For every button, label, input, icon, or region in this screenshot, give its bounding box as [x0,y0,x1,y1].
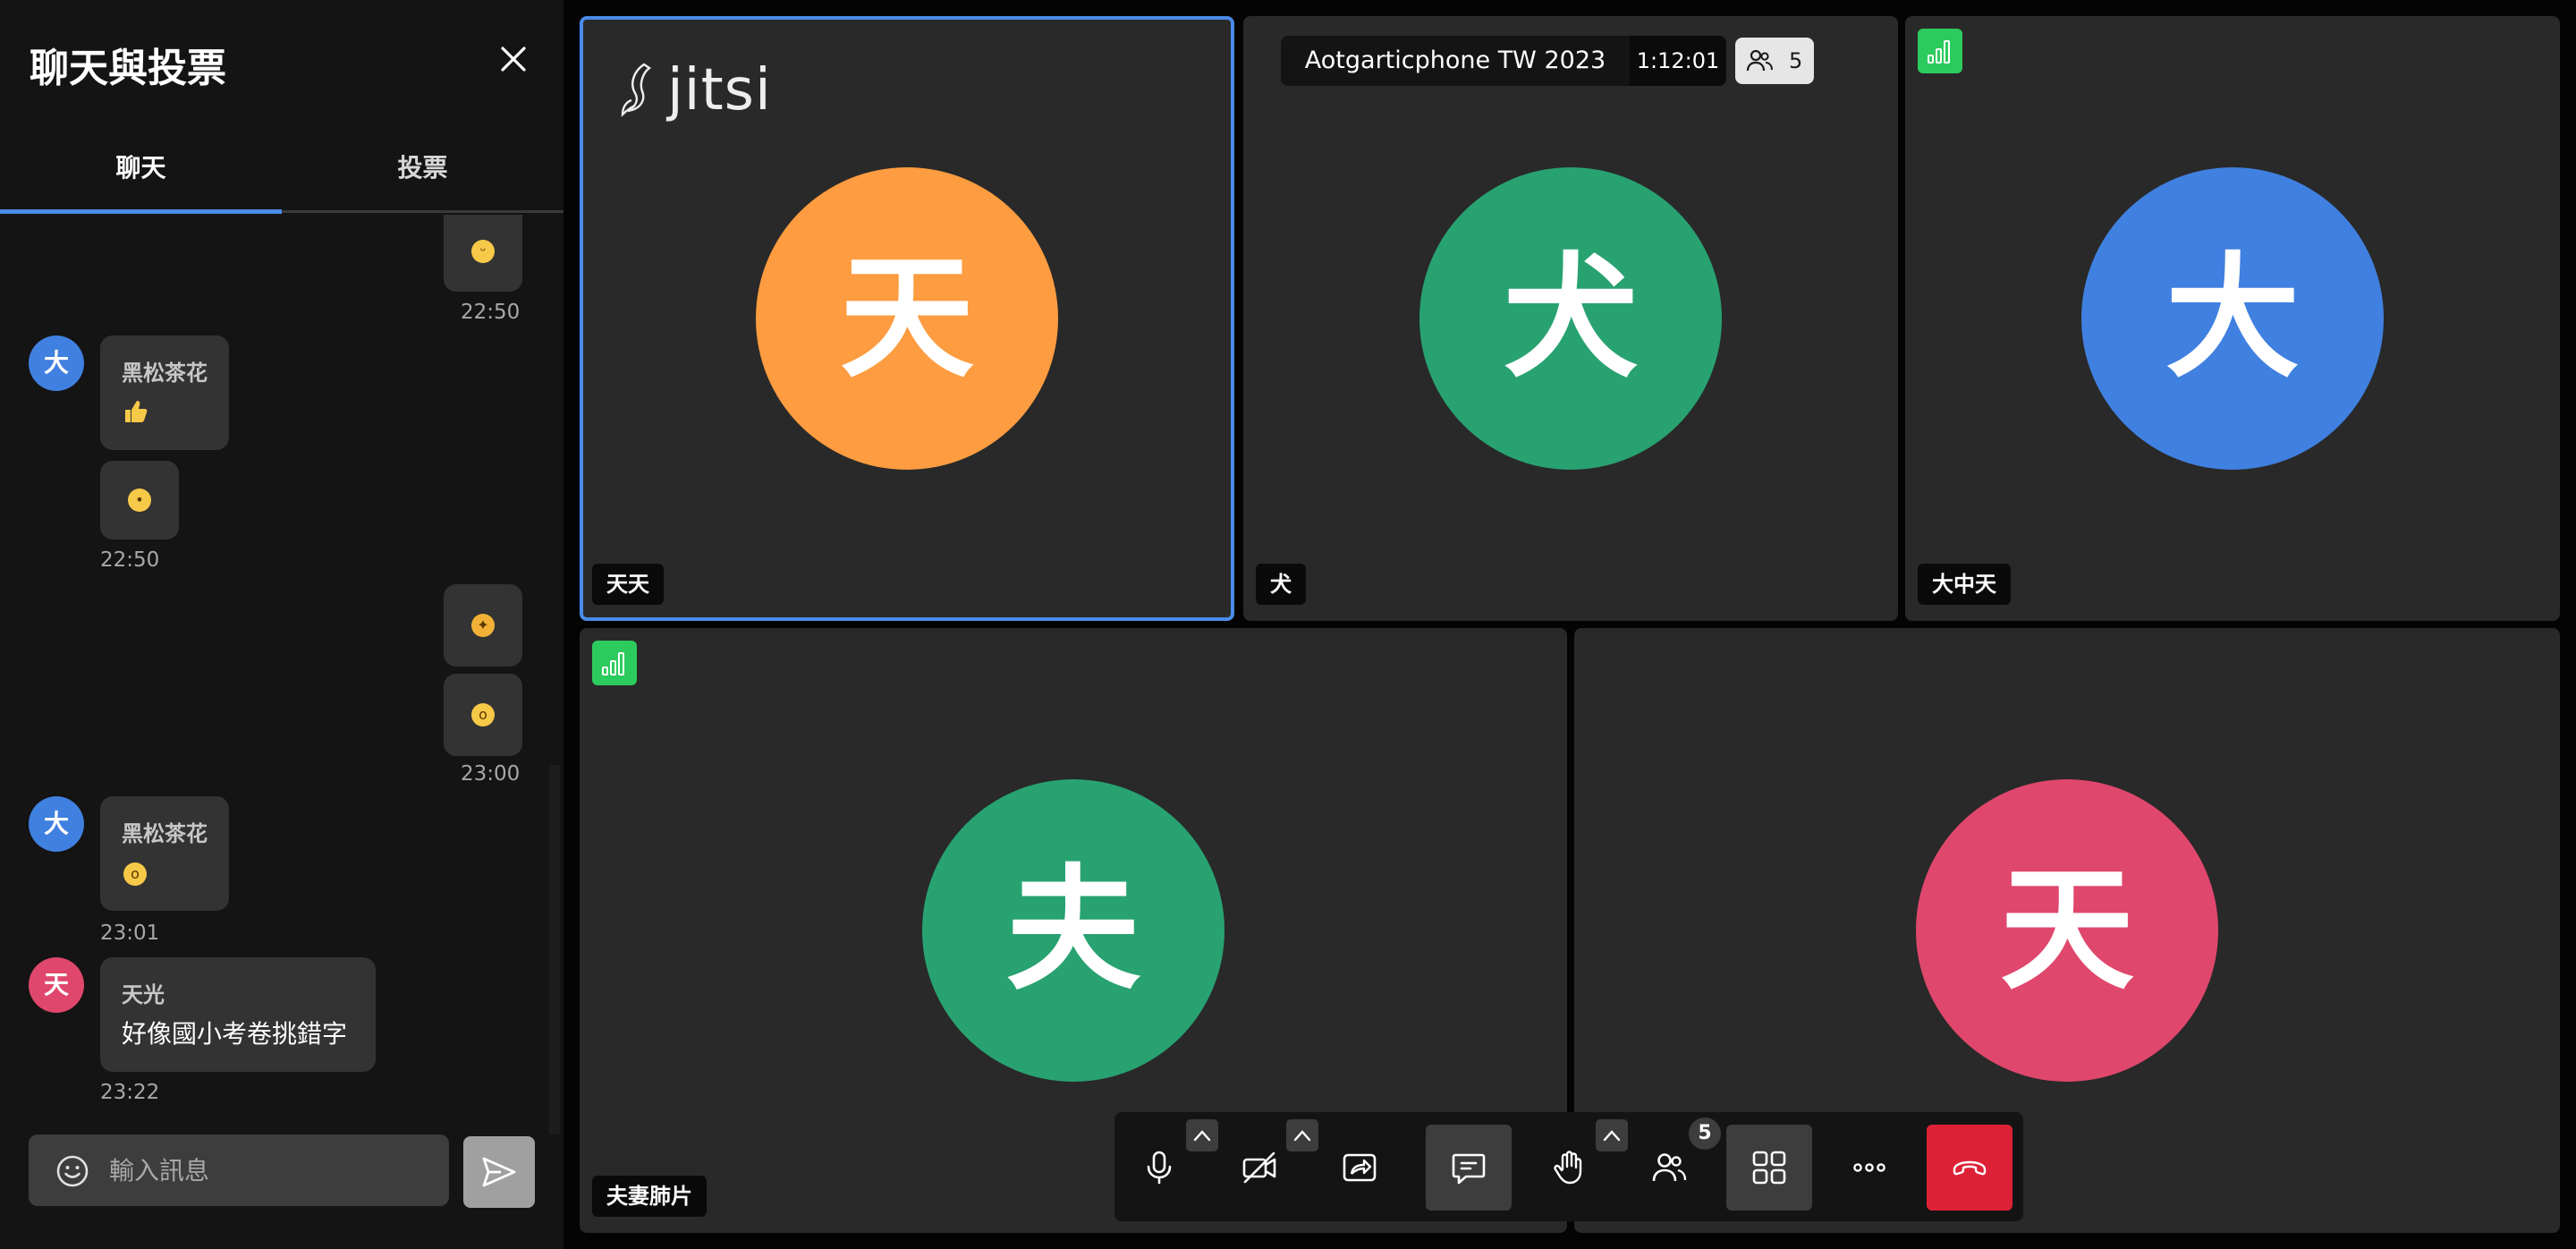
tile-view-button[interactable] [1726,1125,1812,1211]
reactions-options-button[interactable] [1596,1119,1628,1151]
message-time: 23:01 [100,922,160,945]
message-input[interactable] [109,1134,440,1206]
message-time: 22:50 [461,301,521,324]
meeting-title: Aotgarticphone TW 2023 [1281,36,1630,86]
connection-indicator[interactable] [592,641,637,685]
microphone-icon [1147,1151,1172,1185]
connection-indicator[interactable] [1918,29,1962,73]
surprised-emoji-icon: o [123,862,147,886]
neutral-emoji-icon: • [128,489,151,512]
tab-polls[interactable]: 投票 [282,134,564,215]
signal-bars-icon [602,652,624,675]
more-icon [1853,1163,1885,1172]
leave-meeting-button[interactable] [1927,1125,2012,1211]
screen-share-button[interactable] [1317,1125,1402,1211]
participant-avatar: 天 [756,167,1058,470]
chat-sidebar: 聊天與投票 聊天 投票 ᵕ 22:50 大 黑松茶花 • 22:50 ✦ o 2… [0,0,564,1249]
signal-bars-icon [1928,40,1950,64]
participant-count: 5 [1789,48,1803,73]
jitsi-logo-icon [621,63,652,117]
hangup-icon [1953,1160,1987,1176]
message-time: 23:00 [461,762,521,786]
grin-emoji-icon: ᵕ [471,240,495,263]
message-sender: 黑松茶花 [122,821,208,846]
participant-avatar: 大 [2081,167,2384,470]
surprised-emoji-icon: o [471,703,495,726]
video-tile[interactable]: 犬 犬 [1243,16,1898,621]
jitsi-logo-text: jitsi [667,57,772,123]
message-sender: 天光 [122,982,165,1007]
emoji-picker-icon[interactable] [55,1154,89,1188]
tab-chat[interactable]: 聊天 [0,134,282,215]
sidebar-title: 聊天與投票 [30,46,226,91]
participants-badge: 5 [1689,1117,1721,1150]
send-icon [482,1157,516,1187]
meeting-timer: 1:12:01 [1630,36,1726,86]
hand-icon [1554,1151,1582,1185]
scrollbar[interactable] [549,765,560,1134]
avatar: 大 [29,336,84,391]
jitsi-logo: jitsi [617,57,771,127]
chevron-up-icon [1193,1130,1211,1142]
message-sender: 黑松茶花 [122,361,208,386]
send-button[interactable] [463,1136,535,1208]
message-bubble: 黑松茶花 [100,336,229,450]
clap-emoji-icon: ✦ [471,614,495,637]
avatar: 天 [29,957,84,1013]
message-list[interactable]: ᵕ 22:50 大 黑松茶花 • 22:50 ✦ o 23:00 大 黑松茶花 … [0,215,564,1134]
message-bubble: 黑松茶花 o [100,796,229,911]
microphone-options-button[interactable] [1186,1119,1218,1151]
chat-icon [1452,1153,1486,1185]
participant-name: 夫妻肺片 [592,1176,707,1217]
participant-avatar: 天 [1916,779,2218,1082]
message-bubble: • [100,461,179,540]
sidebar-tabs: 聊天 投票 [0,134,564,215]
participant-name: 犬 [1256,564,1306,605]
message-composer [29,1134,449,1206]
message-time: 23:22 [100,1081,160,1104]
chevron-up-icon [1293,1130,1311,1142]
participant-count-button[interactable]: 5 [1735,38,1814,84]
message-bubble-own: o [444,674,522,756]
more-options-button[interactable] [1826,1125,1912,1211]
participant-avatar: 夫 [922,779,1224,1082]
screen-share-icon [1343,1153,1377,1182]
message-time: 22:50 [100,548,160,572]
message-bubble: 天光 好像國小考卷挑錯字 [100,957,376,1072]
video-tile[interactable]: 大 大中天 [1905,16,2560,621]
participant-avatar: 犬 [1419,167,1722,470]
participant-name: 大中天 [1918,564,2011,605]
message-text: 好像國小考卷挑錯字 [122,1019,348,1049]
camera-off-icon [1242,1151,1276,1184]
chevron-up-icon [1603,1130,1621,1142]
video-tile[interactable]: jitsi 天 天天 [580,16,1234,621]
camera-options-button[interactable] [1286,1119,1318,1151]
thumbs-up-emoji-icon [122,398,148,431]
chat-button[interactable] [1426,1125,1512,1211]
grid-icon [1752,1151,1786,1185]
close-icon[interactable] [497,43,530,75]
tab-active-indicator [0,209,282,214]
message-bubble-own: ✦ [444,584,522,667]
participants-icon [1746,49,1773,72]
message-bubble-own: ᵕ [444,215,522,292]
participant-name: 天天 [592,564,664,605]
avatar: 大 [29,796,84,852]
meeting-toolbar: 5 [1114,1112,2023,1221]
participants-icon [1652,1153,1687,1182]
